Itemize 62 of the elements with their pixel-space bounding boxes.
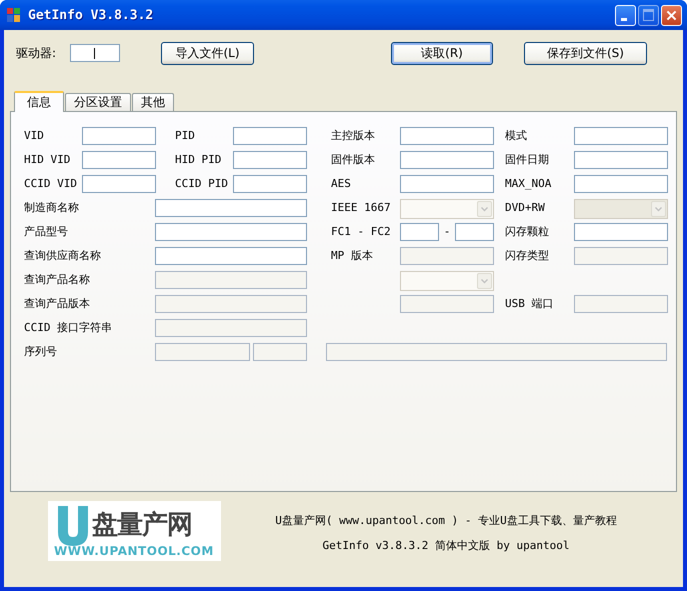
field-label: 查询产品版本 — [24, 296, 91, 312]
input-field[interactable] — [82, 151, 156, 169]
field-label: MAX_NOA — [505, 176, 552, 192]
field-label: 序列号 — [24, 344, 58, 360]
window-title: GetInfo V3.8.3.2 — [28, 8, 154, 22]
logo-url: WWW.UPANTOOL.COM — [54, 544, 214, 558]
tab[interactable]: 信息 — [14, 91, 64, 112]
field-label: CCID VID — [24, 176, 78, 192]
tab[interactable]: 其他 — [132, 93, 174, 111]
input-field[interactable] — [155, 199, 307, 217]
field-label: 闪存颗粒 — [505, 224, 550, 240]
field-label: USB 端口 — [505, 296, 554, 312]
field-label: 固件日期 — [505, 152, 550, 168]
input-field[interactable] — [233, 127, 307, 145]
field-label: 产品型号 — [24, 224, 69, 240]
input-field[interactable] — [400, 223, 439, 241]
field-label: MP 版本 — [331, 248, 374, 264]
input-field[interactable] — [400, 127, 494, 145]
maximize-button[interactable] — [638, 4, 659, 26]
field-label: HID VID — [24, 152, 72, 168]
field-label: AES — [331, 176, 352, 192]
field-label: HID PID — [175, 152, 222, 168]
field-label: 固件版本 — [331, 152, 376, 168]
field-label: 模式 — [505, 128, 528, 144]
tab[interactable]: 分区设置 — [65, 93, 131, 111]
app-icon — [6, 7, 22, 23]
input-field[interactable] — [574, 151, 668, 169]
footer-text: GetInfo v3.8.3.2 简体中文版 by upantool — [322, 538, 570, 553]
input-field[interactable] — [82, 175, 156, 193]
read-button[interactable]: 读取(R) — [391, 42, 493, 64]
input-field[interactable] — [574, 223, 668, 241]
field-label: 制造商名称 — [24, 200, 80, 216]
field-label: FC1 - FC2 — [331, 224, 392, 240]
field-label: 查询供应商名称 — [24, 248, 102, 264]
input-field[interactable] — [155, 223, 307, 241]
field-label: 查询产品名称 — [24, 272, 91, 288]
field-label: VID — [24, 128, 45, 144]
input-field[interactable] — [233, 151, 307, 169]
input-field[interactable] — [574, 175, 668, 193]
drive-field[interactable] — [70, 44, 120, 62]
field-label: DVD+RW — [505, 200, 546, 216]
field-label: 主控版本 — [331, 128, 376, 144]
logo-text: 盘量产网 — [92, 509, 192, 542]
input-field[interactable] — [400, 151, 494, 169]
input-field[interactable] — [82, 127, 156, 145]
field-label: 闪存类型 — [505, 248, 550, 264]
field-label: CCID 接口字符串 — [24, 320, 114, 336]
footer-text: U盘量产网( www.upantool.com ) - 专业U盘工具下载、量产教程 — [275, 513, 617, 528]
input-field[interactable] — [155, 247, 307, 265]
drive-label: 驱动器: — [16, 44, 58, 62]
field-label: IEEE 1667 — [331, 200, 392, 216]
field-label: PID — [175, 128, 196, 144]
input-field[interactable] — [233, 175, 307, 193]
input-field[interactable] — [455, 223, 494, 241]
import-file-button[interactable]: 导入文件(L) — [161, 42, 254, 64]
save-to-file-button[interactable]: 保存到文件(S) — [524, 42, 647, 64]
input-field[interactable] — [574, 127, 668, 145]
input-field[interactable] — [400, 175, 494, 193]
u-letter-icon — [56, 506, 90, 546]
field-label: CCID PID — [175, 176, 229, 192]
minimize-button[interactable] — [615, 4, 636, 26]
dash-label: - — [442, 224, 452, 240]
